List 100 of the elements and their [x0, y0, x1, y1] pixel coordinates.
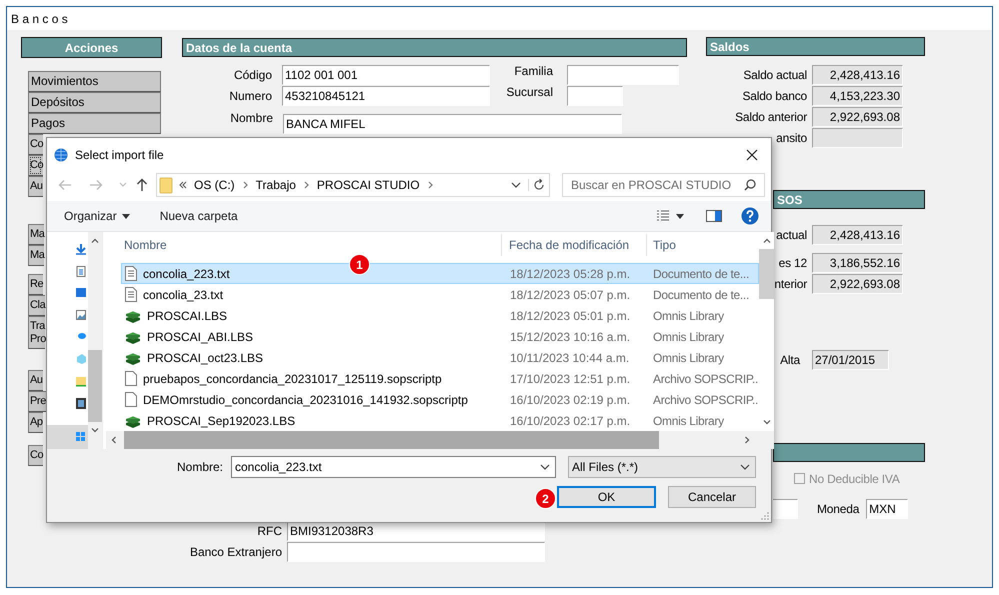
menu-button[interactable]: Pagos — [28, 113, 161, 134]
file-name: PROSCAI.LBS — [147, 308, 228, 322]
input-field[interactable] — [773, 499, 798, 519]
preview-pane-icon[interactable] — [706, 210, 722, 222]
image-icon[interactable] — [76, 310, 86, 320]
help-icon[interactable] — [741, 207, 759, 225]
file-date: 18/12/2023 05:01 p.m. — [509, 308, 632, 322]
file-type: Archivo SOPSCRIP.. — [652, 372, 758, 386]
file-row[interactable]: PROSCAI_ABI.LBS 15/12/2023 10:16 a.m. Omnis Library — [121, 326, 759, 347]
up-arrow-icon[interactable] — [136, 178, 148, 192]
scroll-up-icon — [91, 238, 99, 243]
scroll-up-icon — [762, 238, 770, 243]
download-icon[interactable] — [76, 244, 86, 254]
file-row[interactable]: PROSCAI_Sep192023.LBS 16/10/2023 02:17 p.m. Omnis Library — [121, 410, 759, 431]
file-type: Archivo SOPSCRIP.. — [652, 392, 758, 406]
menu-button[interactable]: Co — [28, 445, 44, 466]
menu-button[interactable]: Au — [28, 370, 43, 391]
file-name: PROSCAI_ABI.LBS — [147, 330, 254, 344]
chevron-down-icon[interactable] — [511, 182, 521, 188]
chevron-right-icon — [428, 181, 433, 189]
chevron-down-icon — [540, 464, 550, 470]
input-field[interactable] — [287, 542, 545, 562]
path-segment[interactable]: Trabajo — [256, 178, 296, 192]
file-type: Documento de te... — [652, 266, 750, 280]
caret-icon — [122, 214, 130, 218]
file-name: concolia_23.txt — [143, 288, 224, 302]
path-segment[interactable]: PROSCAI STUDIO — [316, 178, 420, 192]
menu-button[interactable]: Tra Pro — [28, 316, 45, 349]
file-row[interactable]: PROSCAI.LBS 18/12/2023 05:01 p.m. Omnis Library — [121, 305, 759, 326]
menu-button[interactable]: Movimientos — [28, 71, 161, 92]
input-field[interactable]: MXN — [866, 499, 908, 519]
field-label: Nombre — [230, 111, 273, 125]
books-icon — [125, 330, 141, 344]
address-bar[interactable]: OS (C:) Trabajo PROSCAI STUDIO — [156, 173, 550, 197]
search-field[interactable]: Buscar en PROSCAI STUDIO — [562, 173, 765, 197]
field-label: Familia — [514, 64, 553, 78]
menu-button[interactable]: Depósitos — [28, 92, 161, 113]
folder-icon — [159, 176, 173, 194]
field-label: Código — [234, 68, 272, 82]
scrollbar[interactable] — [106, 431, 774, 449]
input-field: 2,428,413.16 — [812, 65, 903, 85]
film-icon[interactable] — [76, 398, 86, 408]
path-segment[interactable]: OS (C:) — [194, 178, 235, 192]
double-chevron-icon — [179, 181, 187, 189]
cancel-button[interactable]: Cancelar — [668, 486, 756, 508]
field-label: Moneda — [817, 502, 860, 516]
file-date: 17/10/2023 12:51 p.m. — [509, 372, 632, 386]
chevron-down-icon — [740, 464, 750, 470]
input-field[interactable]: BANCA MIFEL — [283, 114, 622, 134]
file-name-field[interactable]: concolia_223.txt — [231, 456, 556, 478]
view-list-icon[interactable] — [656, 210, 670, 222]
file-row[interactable]: pruebapos_concordancia_20231017_125119.sopscriptp 17/10/2023 12:51 p.m. Archivo SOPSCRIP.. — [121, 368, 759, 389]
file-row[interactable]: DEMOmrstudio_concordancia_20231016_141932.sopscriptp 16/10/2023 02:19 p.m. Archivo SOPSCRIP.. — [121, 389, 759, 410]
menu-button[interactable]: Ma — [28, 224, 44, 245]
menu-button[interactable]: Cla — [28, 295, 46, 316]
scrollbar[interactable] — [88, 232, 102, 449]
ok-button[interactable]: OK — [557, 486, 656, 508]
column-header[interactable]: Tipo — [647, 234, 757, 256]
books-icon — [125, 350, 141, 364]
close-icon[interactable] — [746, 148, 758, 160]
input-field[interactable]: BMI9312038R3 — [287, 521, 545, 541]
file-date: 16/10/2023 02:17 p.m. — [509, 414, 632, 428]
organize-menu-button[interactable]: Organizar — [64, 209, 130, 223]
new-folder-button[interactable]: Nueva carpeta — [160, 209, 238, 223]
dialog-title: Select import file — [75, 148, 165, 162]
back-arrow-icon — [58, 179, 72, 191]
field-label: actual — [776, 228, 807, 242]
input-field[interactable] — [567, 65, 679, 85]
scrollbar[interactable] — [759, 232, 774, 431]
chevron-right-icon — [242, 181, 248, 189]
menu-button[interactable]: Ma — [28, 245, 44, 266]
folder-icon[interactable] — [76, 376, 86, 386]
menu-button[interactable]: Au — [28, 176, 43, 197]
input-field: 2,428,413.16 — [812, 225, 903, 245]
caret-icon[interactable] — [676, 214, 684, 218]
file-date: 15/12/2023 10:16 a.m. — [509, 330, 632, 344]
file-type: Documento de te... — [652, 288, 750, 302]
menu-button[interactable]: Co — [28, 134, 44, 155]
field-label: Alta — [780, 353, 800, 367]
menu-button[interactable]: Pre — [28, 391, 46, 412]
text-file-icon — [125, 266, 137, 281]
input-field[interactable] — [567, 86, 623, 106]
file-name: PROSCAI_oct23.LBS — [147, 350, 264, 364]
scroll-down-icon — [762, 420, 770, 425]
column-header[interactable]: Fecha de modificación — [502, 234, 647, 256]
checkbox-label: No Deducible IVA — [809, 472, 900, 486]
chevron-down-icon — [119, 182, 127, 188]
file-type-dropdown[interactable]: All Files (*.*) — [568, 456, 756, 478]
file-row[interactable]: concolia_23.txt 18/12/2023 05:07 p.m. Documento de te... — [121, 284, 759, 305]
menu-button[interactable]: Re — [28, 274, 44, 295]
section-header: Acciones — [21, 37, 162, 58]
books-icon — [125, 414, 141, 428]
input-field[interactable]: 453210845121 — [282, 86, 490, 106]
blank-file-icon — [125, 371, 137, 386]
document-icon[interactable] — [76, 266, 86, 276]
menu-button[interactable]: Ap — [28, 412, 43, 433]
input-field[interactable]: 1102 001 001 — [282, 65, 490, 85]
menu-button[interactable]: Co — [28, 155, 44, 176]
file-row[interactable]: PROSCAI_oct23.LBS 10/11/2023 10:44 a.m. Omnis Library — [121, 347, 759, 368]
field-label: Nombre: — [176, 460, 223, 474]
